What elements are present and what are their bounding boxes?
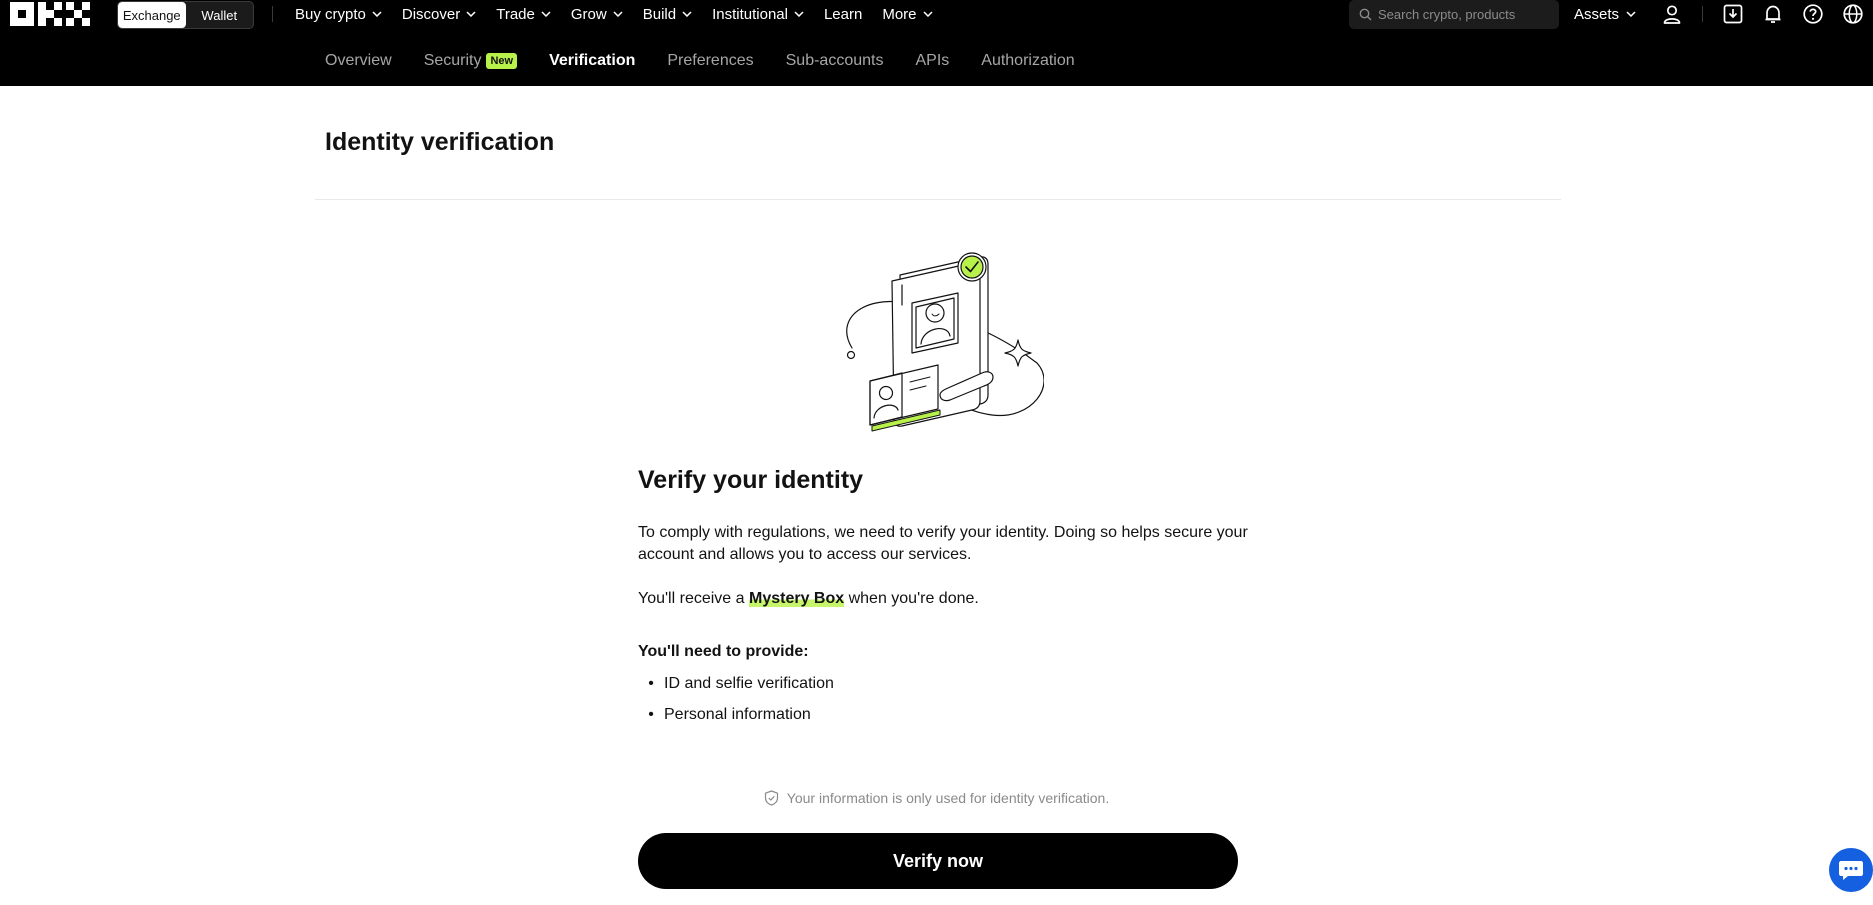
tab-overview[interactable]: Overview — [325, 52, 392, 70]
shield-check-icon — [764, 790, 778, 806]
nav-learn[interactable]: Learn — [824, 6, 862, 23]
chevron-down-icon — [1626, 11, 1636, 17]
verification-description: To comply with regulations, we need to v… — [638, 524, 1248, 563]
chat-icon — [1839, 861, 1863, 880]
help-icon[interactable] — [1802, 3, 1824, 25]
nav-more[interactable]: More — [882, 6, 933, 23]
header-divider — [272, 6, 273, 22]
exchange-toggle[interactable]: Exchange — [118, 2, 186, 28]
list-item: • ID and selfie verification — [638, 674, 834, 705]
list-item: • Personal information — [638, 705, 834, 736]
reward-suffix: when you're done. — [844, 590, 979, 607]
chevron-down-icon — [613, 11, 623, 17]
requirements-heading: You'll need to provide: — [638, 643, 809, 660]
bullet: • — [648, 706, 654, 723]
wallet-toggle[interactable]: Wallet — [186, 2, 254, 28]
search-input[interactable] — [1378, 7, 1548, 22]
chevron-down-icon — [466, 11, 476, 17]
tab-verification[interactable]: Verification — [549, 52, 635, 70]
chevron-down-icon — [682, 11, 692, 17]
bell-icon[interactable] — [1762, 3, 1784, 25]
privacy-note: Your information is only used for identi… — [0, 790, 1873, 806]
page-title: Identity verification — [325, 128, 555, 156]
nav-buy-crypto[interactable]: Buy crypto — [295, 6, 382, 23]
tab-authorization[interactable]: Authorization — [981, 52, 1074, 70]
user-icon[interactable] — [1661, 3, 1683, 25]
top-bar: Exchange Wallet Buy crypto Discover Trad… — [0, 0, 1873, 86]
nav-trade[interactable]: Trade — [496, 6, 551, 23]
tab-sub-accounts[interactable]: Sub-accounts — [786, 52, 884, 70]
nav-grow[interactable]: Grow — [571, 6, 623, 23]
account-subnav: Overview Security New Verification Prefer… — [325, 52, 1107, 70]
tab-security[interactable]: Security New — [424, 52, 518, 70]
nav-build[interactable]: Build — [643, 6, 692, 23]
identity-verification-illustration — [846, 252, 1044, 432]
verify-now-button[interactable]: Verify now — [638, 833, 1238, 889]
okx-logo[interactable] — [10, 2, 90, 26]
main-nav: Buy crypto Discover Trade Grow Build Ins… — [295, 0, 953, 28]
assets-menu[interactable]: Assets — [1574, 0, 1636, 28]
nav-institutional[interactable]: Institutional — [712, 6, 804, 23]
chevron-down-icon — [372, 11, 382, 17]
reward-prefix: You'll receive a — [638, 590, 749, 607]
search-box[interactable] — [1349, 0, 1559, 29]
bullet: • — [648, 675, 654, 692]
chevron-down-icon — [794, 11, 804, 17]
tab-preferences[interactable]: Preferences — [667, 52, 753, 70]
exchange-wallet-switch: Exchange Wallet — [117, 1, 254, 29]
tab-apis[interactable]: APIs — [915, 52, 949, 70]
support-chat-button[interactable] — [1829, 848, 1873, 892]
download-icon[interactable] — [1722, 3, 1744, 25]
chevron-down-icon — [541, 11, 551, 17]
nav-discover[interactable]: Discover — [402, 6, 476, 23]
header-divider — [1702, 6, 1703, 22]
new-badge: New — [486, 53, 518, 69]
requirements-list: • ID and selfie verification • Personal in… — [638, 674, 834, 736]
verify-identity-heading: Verify your identity — [638, 466, 864, 494]
reward-text: You'll receive a Mystery Box when you're… — [638, 590, 979, 608]
search-icon — [1359, 8, 1372, 21]
chevron-down-icon — [923, 11, 933, 17]
title-divider — [315, 199, 1561, 200]
globe-icon[interactable] — [1842, 3, 1864, 25]
mystery-box-highlight: Mystery Box — [748, 590, 845, 607]
